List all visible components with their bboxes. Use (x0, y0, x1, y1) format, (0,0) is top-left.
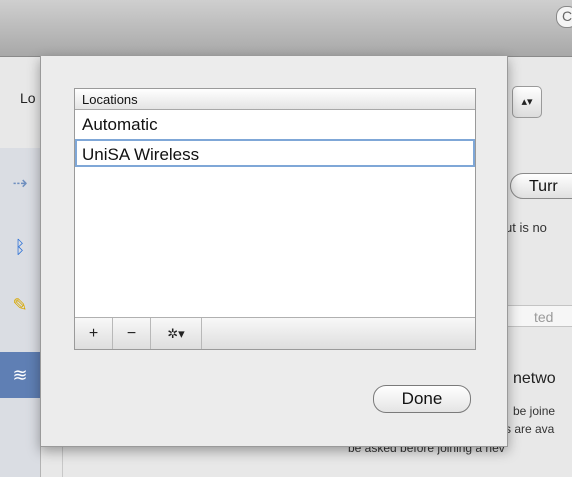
ask-to-join-label: netwo (513, 370, 556, 387)
turn-airport-button[interactable]: Turr (510, 173, 572, 199)
window-titlebar: C (0, 0, 572, 57)
ethernet-icon[interactable]: ⇢ (0, 160, 40, 206)
available-text: s are ava (505, 422, 555, 436)
joined-text: be joine (513, 404, 556, 418)
locations-table: Locations Automatic UniSA Wireless + − ✲… (74, 88, 476, 350)
gear-menu-icon[interactable]: ✲▾ (151, 318, 202, 349)
column-header-locations: Locations (82, 92, 138, 107)
location-row-automatic[interactable]: Automatic (75, 111, 475, 139)
wifi-icon[interactable]: ≋ (0, 352, 40, 398)
network-name-field[interactable]: ted (505, 305, 572, 327)
status-text: ut is no (505, 220, 547, 235)
done-button[interactable]: Done (373, 385, 471, 413)
table-toolbar: + − ✲▾ (75, 317, 475, 349)
location-label: Lo (20, 90, 36, 106)
service-sidebar: ⇢ ᛒ ✎ ≋ (0, 148, 41, 477)
pencil-icon[interactable]: ✎ (0, 282, 40, 328)
add-location-button[interactable]: + (75, 318, 113, 349)
bluetooth-icon[interactable]: ᛒ (0, 224, 40, 270)
window-control-icon[interactable]: C (556, 6, 572, 28)
location-row-unisa-wireless[interactable]: UniSA Wireless (75, 139, 475, 167)
remove-location-button[interactable]: − (113, 318, 151, 349)
table-header[interactable]: Locations (75, 89, 475, 110)
location-popup-stepper[interactable]: ▴▾ (512, 86, 542, 118)
